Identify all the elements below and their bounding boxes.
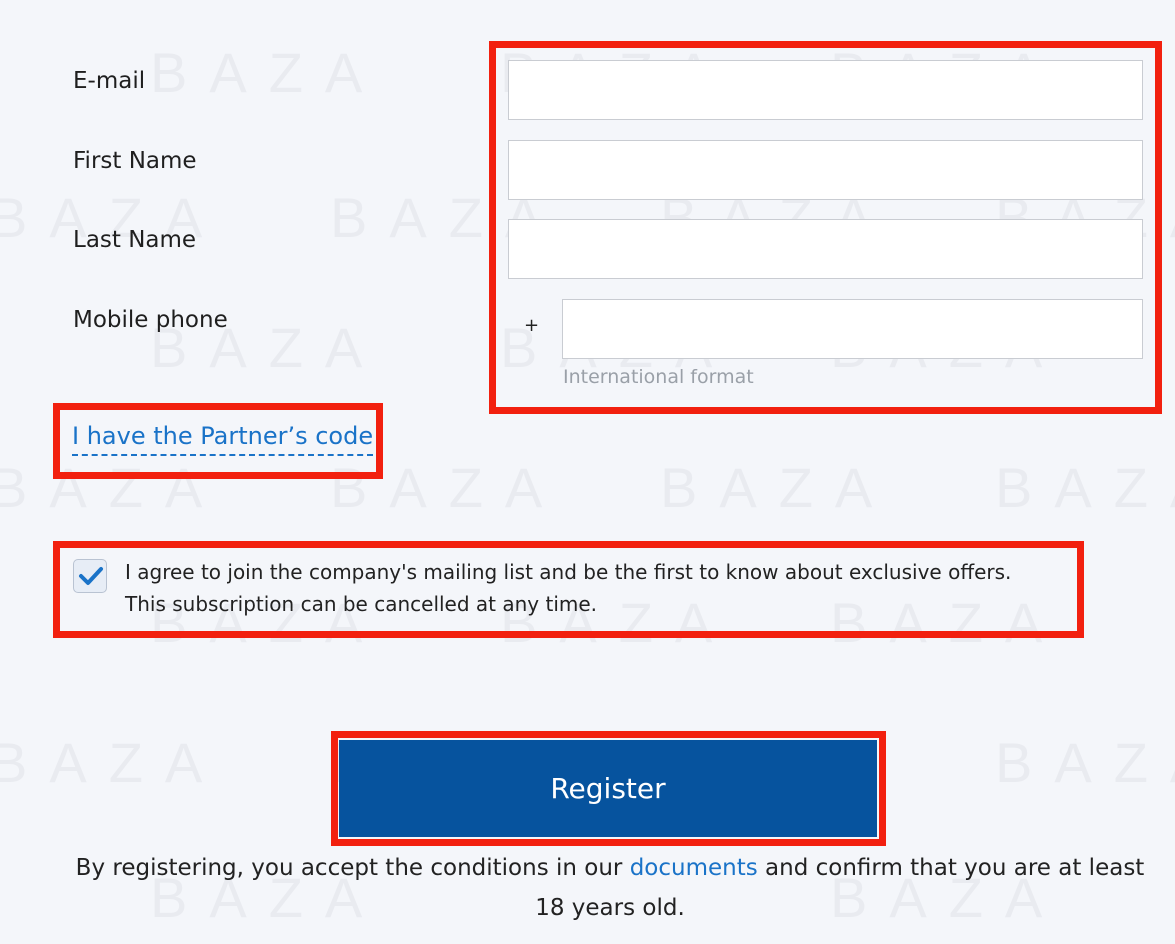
watermark: BAZA — [995, 456, 1175, 519]
first-name-label: First Name — [73, 148, 197, 174]
last-name-label: Last Name — [73, 227, 197, 253]
terms-prefix: By registering, you accept the condition… — [75, 855, 630, 881]
mobile-phone-label: Mobile phone — [73, 307, 228, 333]
partner-code-link[interactable]: I have the Partner’s code — [72, 422, 374, 456]
first-name-field[interactable] — [508, 140, 1143, 200]
watermark: BAZA — [660, 456, 895, 519]
mailing-list-consent-text: I agree to join the company's mailing li… — [125, 560, 1012, 616]
watermark: BAZA — [330, 456, 565, 519]
watermark: BAZA — [0, 456, 225, 519]
email-label: E-mail — [73, 68, 146, 94]
watermark: BAZA — [995, 731, 1175, 794]
checkmark-icon — [79, 567, 103, 585]
watermark: BAZA — [150, 41, 385, 104]
watermark: BAZA — [0, 731, 225, 794]
phone-prefix: + — [524, 315, 540, 336]
terms-text: By registering, you accept the condition… — [60, 848, 1160, 928]
email-field[interactable] — [508, 60, 1143, 120]
mailing-list-checkbox[interactable] — [73, 559, 107, 593]
documents-link[interactable]: documents — [630, 855, 758, 881]
last-name-field[interactable] — [508, 219, 1143, 279]
register-button[interactable]: Register — [339, 740, 877, 837]
phone-format-hint: International format — [563, 366, 754, 388]
mobile-phone-field[interactable] — [562, 299, 1143, 359]
